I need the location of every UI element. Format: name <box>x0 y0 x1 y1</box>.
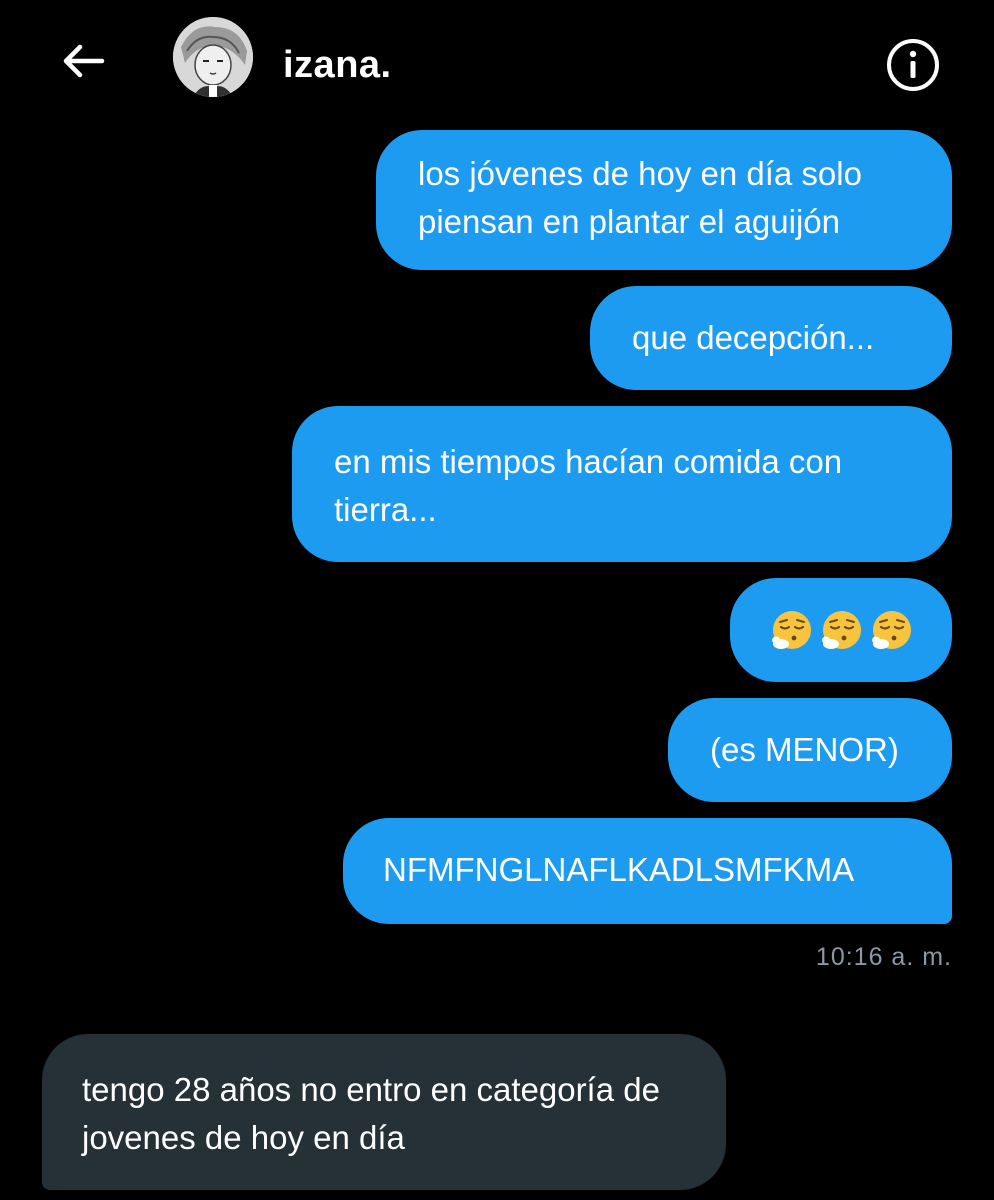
back-button[interactable] <box>52 36 112 86</box>
avatar-image <box>173 17 253 97</box>
face-exhaling-emoji-icon <box>872 611 911 649</box>
emoji-row <box>770 578 916 682</box>
info-icon <box>887 39 939 91</box>
face-exhaling-emoji-icon <box>822 611 861 649</box>
message-text: que decepción... <box>632 319 875 356</box>
message-text: tengo 28 años no entro en categoría de j… <box>82 1071 660 1156</box>
sent-message-bubble[interactable]: que decepción... <box>590 286 952 390</box>
sent-message-bubble[interactable]: (es MENOR) <box>668 698 952 802</box>
message-text: NFMFNGLNAFLKADLSMFKMA <box>383 851 855 888</box>
face-exhaling-emoji-icon <box>772 611 811 649</box>
received-message-bubble[interactable]: tengo 28 años no entro en categoría de j… <box>42 1034 726 1190</box>
message-text: en mis tiempos hacían comida con tierra.… <box>334 443 843 528</box>
message-timestamp: 10:16 a. m. <box>815 943 952 971</box>
arrow-left-icon <box>63 44 105 78</box>
message-text: los jóvenes de hoy en día solo piensan e… <box>418 155 862 240</box>
sent-message-bubble[interactable]: NFMFNGLNAFLKADLSMFKMA <box>343 818 952 924</box>
avatar[interactable] <box>173 17 253 97</box>
conversation-info-button[interactable] <box>884 36 942 94</box>
sent-message-bubble[interactable]: en mis tiempos hacían comida con tierra.… <box>292 406 952 562</box>
contact-name[interactable]: izana. <box>283 40 392 90</box>
sent-emoji-bubble[interactable] <box>730 578 952 682</box>
message-text: (es MENOR) <box>710 731 899 768</box>
conversation-header: izana. <box>0 0 994 120</box>
sent-message-bubble[interactable]: los jóvenes de hoy en día solo piensan e… <box>376 130 952 270</box>
